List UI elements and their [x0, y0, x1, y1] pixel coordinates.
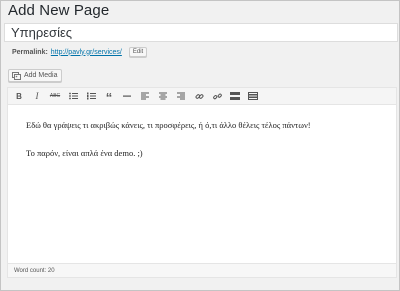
bold-icon: B [16, 91, 22, 101]
strikethrough-icon: ABC [49, 93, 61, 99]
align-right-icon [177, 92, 185, 100]
add-media-button[interactable]: Add Media [8, 69, 63, 82]
bullet-list-icon [68, 92, 78, 100]
word-count: Word count: 20 [14, 267, 55, 274]
editor-toolbar: B I ABC “ [8, 88, 396, 105]
align-left-button[interactable] [137, 89, 153, 103]
italic-button[interactable]: I [29, 89, 45, 103]
title-input[interactable]: Υπηρεσίες [4, 23, 398, 42]
editor-content-area[interactable]: Εδώ θα γράψεις τι ακριβώς κάνεις, τι προ… [8, 106, 396, 262]
blockquote-button[interactable]: “ [101, 89, 117, 105]
horizontal-line-icon [123, 95, 131, 97]
numbered-list-icon [86, 92, 96, 100]
page-title: Add New Page [8, 2, 110, 19]
align-center-icon [159, 92, 167, 100]
read-more-button[interactable] [227, 89, 243, 103]
permalink-row: Permalink: http://pavly.gr/services/ Edi… [12, 47, 148, 57]
strikethrough-button[interactable]: ABC [47, 89, 63, 103]
bullet-list-button[interactable] [65, 89, 81, 103]
content-paragraph: Το παρόν, είναι απλά ένα demo. ;) [26, 148, 143, 158]
add-media-label: Add Media [24, 72, 58, 79]
horizontal-line-button[interactable] [119, 89, 135, 103]
bold-button[interactable]: B [11, 89, 27, 103]
toolbar-toggle-icon [248, 92, 258, 100]
media-icon [12, 71, 21, 80]
remove-link-button[interactable] [209, 89, 225, 103]
align-right-button[interactable] [173, 89, 189, 103]
numbered-list-button[interactable] [83, 89, 99, 103]
unlink-icon [212, 93, 222, 99]
permalink-edit-button[interactable]: Edit [128, 47, 148, 57]
align-center-button[interactable] [155, 89, 171, 103]
align-left-icon [141, 92, 149, 100]
permalink-url[interactable]: http://pavly.gr/services/ [51, 49, 122, 56]
content-paragraph: Εδώ θα γράψεις τι ακριβώς κάνεις, τι προ… [26, 120, 311, 130]
toolbar-toggle-button[interactable] [245, 89, 261, 103]
add-new-page-screen: Add New Page Υπηρεσίες Permalink: http:/… [0, 0, 400, 291]
editor-status-bar: Word count: 20 [8, 263, 396, 277]
insert-link-button[interactable] [191, 89, 207, 103]
read-more-icon [230, 92, 240, 100]
link-icon [195, 93, 203, 99]
blockquote-icon: “ [105, 90, 113, 105]
italic-icon: I [35, 91, 39, 101]
permalink-label: Permalink: [12, 48, 48, 56]
content-editor: B I ABC “ Εδώ θα γράψεις τι ακριβώς κάνε… [7, 87, 397, 278]
